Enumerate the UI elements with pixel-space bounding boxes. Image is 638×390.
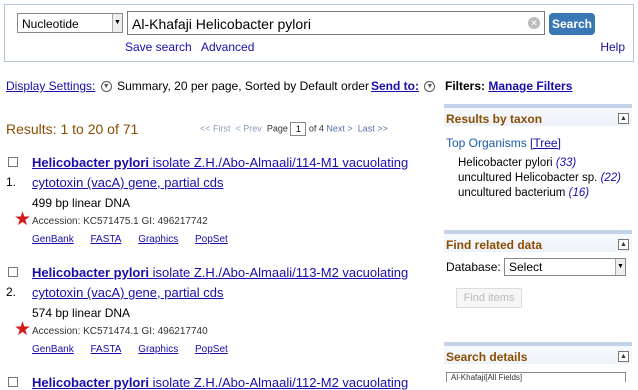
result-title-organism: Helicobacter pylori	[32, 155, 150, 170]
result-number: 2.	[6, 285, 17, 299]
find-related-data-panel: Find related data ▲ Database: Select ▼ F…	[444, 230, 632, 330]
organism-name: uncultured bacterium	[458, 187, 566, 199]
result-title-organism: Helicobacter pylori	[32, 265, 150, 280]
results-count: Results: 1 to 20 of 71	[6, 121, 139, 137]
fasta-link[interactable]: FASTA	[90, 234, 121, 245]
result-item: Helicobacter pylori isolate Z.H./Abo-Alm…	[6, 373, 436, 390]
graphics-link[interactable]: Graphics	[138, 234, 178, 245]
result-accession: Accession: KC571475.1 GI: 496217742	[32, 216, 208, 227]
related-database-select[interactable]: Select ▼	[504, 258, 626, 276]
database-select[interactable]: Nucleotide ▼	[17, 13, 123, 33]
related-panel-title: Find related data	[446, 238, 543, 252]
display-settings-value: Summary, 20 per page, Sorted by Default …	[117, 79, 369, 93]
result-title-text: isolate Z.H./Abo-Almaali/112-M2 vacuolat…	[149, 375, 409, 390]
pager-first[interactable]: << First	[200, 123, 231, 133]
organism-item[interactable]: uncultured bacterium (16)	[458, 186, 632, 201]
send-to-link[interactable]: Send to:	[371, 79, 419, 93]
save-search-link[interactable]: Save search	[125, 40, 192, 54]
result-description: 499 bp linear DNA	[32, 196, 131, 210]
database-select-value: Nucleotide	[22, 17, 79, 31]
star-icon: ★	[14, 319, 32, 340]
database-row: Database: Select ▼	[446, 258, 632, 280]
chevron-down-icon[interactable]: ▼	[615, 259, 625, 275]
result-title-organism: Helicobacter pylori	[32, 375, 150, 390]
result-links: GenBank FASTA Graphics PopSet	[32, 234, 242, 245]
pager-last[interactable]: Last >>	[358, 123, 388, 133]
search-button[interactable]: Search	[549, 13, 595, 35]
collapse-icon[interactable]: ▲	[618, 351, 629, 362]
star-icon: ★	[14, 209, 32, 230]
send-to: Send to: ▼	[371, 79, 437, 93]
organism-count: (16)	[568, 187, 590, 199]
taxon-panel-title: Results by taxon	[446, 112, 543, 126]
popset-link[interactable]: PopSet	[195, 344, 228, 355]
organism-item[interactable]: Helicobacter pylori (33)	[458, 156, 632, 171]
result-description: 574 bp linear DNA	[32, 306, 131, 320]
find-items-button[interactable]: Find items	[456, 288, 522, 308]
graphics-link[interactable]: Graphics	[138, 344, 178, 355]
fasta-link[interactable]: FASTA	[90, 344, 121, 355]
display-settings-link[interactable]: Display Settings:	[6, 79, 95, 93]
search-input[interactable]: Al-Khafaji Helicobacter pylori ✕	[127, 11, 545, 35]
search-details-panel: Search details ▲ Al-Khafaji[All Fields]	[444, 342, 632, 390]
result-accession: Accession: KC571474.1 GI: 496217740	[32, 326, 208, 337]
genbank-link[interactable]: GenBank	[32, 344, 74, 355]
related-database-value: Select	[509, 260, 543, 274]
result-checkbox[interactable]	[8, 377, 18, 387]
organism-name: Helicobacter pylori	[458, 157, 553, 169]
popset-link[interactable]: PopSet	[195, 234, 228, 245]
panel-title: Find related data ▲	[444, 230, 632, 252]
result-title-link[interactable]: Helicobacter pylori isolate Z.H./Abo-Alm…	[32, 263, 432, 303]
result-checkbox[interactable]	[8, 267, 18, 277]
display-settings: Display Settings: ▼ Summary, 20 per page…	[6, 79, 369, 93]
filters-label: Filters:	[445, 79, 486, 93]
pager-of: of 4	[308, 123, 324, 134]
organism-list: Helicobacter pylori (33) uncultured Heli…	[458, 156, 632, 201]
organism-count: (22)	[600, 172, 622, 184]
chevron-down-icon[interactable]: ▼	[100, 81, 112, 93]
help-link[interactable]: Help	[600, 40, 625, 54]
chevron-down-icon[interactable]: ▼	[112, 14, 122, 32]
panel-title: Search details ▲	[444, 342, 632, 364]
result-title-link[interactable]: Helicobacter pylori isolate Z.H./Abo-Alm…	[32, 373, 432, 390]
organism-item[interactable]: uncultured Helicobacter sp. (22)	[458, 171, 632, 186]
chevron-down-icon[interactable]: ▼	[424, 81, 436, 93]
filters-bar: Filters: Manage Filters	[445, 79, 572, 93]
collapse-icon[interactable]: ▲	[618, 239, 629, 250]
result-title-link[interactable]: Helicobacter pylori isolate Z.H./Abo-Alm…	[32, 153, 432, 193]
pager-prev[interactable]: < Prev	[236, 123, 262, 133]
result-number: 1.	[6, 175, 17, 189]
search-details-query: Al-Khafaji[All Fields]	[446, 372, 626, 382]
pagination: << First < Prev Page 1 of 4 Next > Last …	[200, 122, 388, 136]
top-organisms-label: Top Organisms	[446, 136, 527, 150]
details-panel-title: Search details	[446, 350, 528, 364]
results-by-taxon-panel: Results by taxon ▲ Top Organisms [Tree] …	[444, 104, 632, 224]
pager-page-label: Page	[266, 123, 288, 134]
clear-icon[interactable]: ✕	[528, 17, 540, 29]
result-checkbox[interactable]	[8, 157, 18, 167]
manage-filters-link[interactable]: Manage Filters	[488, 79, 572, 93]
genbank-link[interactable]: GenBank	[32, 234, 74, 245]
organism-count: (33)	[555, 157, 577, 169]
result-item: 2. Helicobacter pylori isolate Z.H./Abo-…	[6, 263, 436, 363]
search-input-value: Al-Khafaji Helicobacter pylori	[132, 16, 311, 32]
pager-next[interactable]: Next >	[326, 123, 352, 133]
collapse-icon[interactable]: ▲	[618, 113, 629, 124]
top-organisms: Top Organisms [Tree]	[446, 136, 632, 150]
tree-link[interactable]: [Tree]	[530, 136, 561, 150]
page-number-input[interactable]: 1	[290, 122, 307, 136]
advanced-search-link[interactable]: Advanced	[201, 40, 254, 54]
result-links: GenBank FASTA Graphics PopSet	[32, 344, 242, 355]
panel-title: Results by taxon ▲	[444, 104, 632, 126]
organism-name: uncultured Helicobacter sp.	[458, 172, 598, 184]
search-bar: Nucleotide ▼ Al-Khafaji Helicobacter pyl…	[4, 4, 634, 62]
result-item: 1. Helicobacter pylori isolate Z.H./Abo-…	[6, 153, 436, 253]
database-label: Database:	[446, 260, 501, 274]
